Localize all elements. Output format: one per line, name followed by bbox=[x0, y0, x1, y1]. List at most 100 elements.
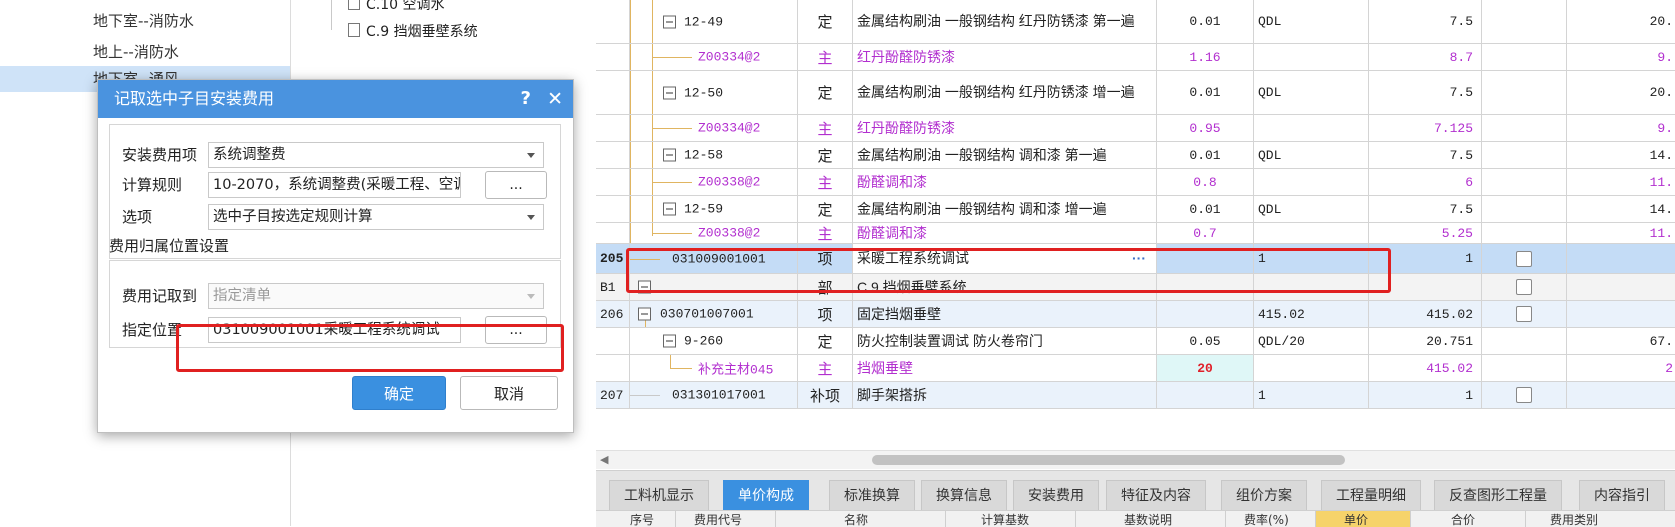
qty-cell[interactable]: 0.01 bbox=[1157, 196, 1254, 222]
name-cell[interactable]: 挡烟垂壁 bbox=[853, 355, 1157, 381]
collapse-icon[interactable] bbox=[638, 307, 651, 321]
cancel-button[interactable]: 取消 bbox=[460, 376, 558, 410]
table-row[interactable]: 12-59 定 金属结构刷油 一般钢结构 调和漆 增一遍 0.01 QDL 7.… bbox=[596, 196, 1675, 223]
close-icon[interactable]: ✕ bbox=[547, 80, 563, 118]
help-icon[interactable]: ? bbox=[521, 80, 531, 118]
name-cell[interactable]: 金属结构刷油 一般钢结构 红丹防锈漆 增一遍 bbox=[853, 71, 1157, 114]
name-cell[interactable]: 金属结构刷油 一般钢结构 调和漆 第一遍 bbox=[853, 142, 1157, 168]
collapse-icon[interactable] bbox=[663, 334, 676, 348]
price-cell: 6 bbox=[1369, 169, 1482, 195]
qty-cell[interactable]: 0.01 bbox=[1157, 142, 1254, 168]
qty-cell[interactable]: 0.8 bbox=[1157, 169, 1254, 195]
rule-field[interactable]: 10-2070，系统调整费(采暖工程、空调水 bbox=[208, 172, 461, 198]
location-field[interactable]: 031009001001采暖工程系统调试 bbox=[208, 317, 461, 343]
qty-cell[interactable]: 20 bbox=[1157, 355, 1254, 381]
table-row[interactable]: Z00334@2 主 红丹酚醛防锈漆 0.95 7.125 9. bbox=[596, 115, 1675, 142]
rule-label: 计算规则 bbox=[122, 176, 183, 194]
tab-conversion-info[interactable]: 换算信息 bbox=[921, 480, 1007, 510]
qty-cell[interactable]: 0.01 bbox=[1157, 0, 1254, 43]
tree-item-c10[interactable]: C.10 空调水 bbox=[348, 0, 445, 18]
table-row[interactable]: Z00338@2 主 酚醛调和漆 0.7 5.25 11. bbox=[596, 223, 1675, 244]
row-checkbox[interactable] bbox=[1516, 387, 1532, 403]
collapse-icon[interactable] bbox=[663, 202, 676, 216]
tree-line bbox=[670, 355, 671, 369]
name-cell[interactable]: 金属结构刷油 一般钢结构 调和漆 增一遍 bbox=[853, 196, 1157, 222]
qty-cell[interactable]: 0.7 bbox=[1157, 223, 1254, 243]
tab-install-fee[interactable]: 安装费用 bbox=[1013, 480, 1099, 510]
table-row[interactable]: 12-49 定 金属结构刷油 一般钢结构 红丹防锈漆 第一遍 0.01 QDL … bbox=[596, 0, 1675, 44]
tab-standard-conversion[interactable]: 标准换算 bbox=[829, 480, 915, 510]
table-row[interactable]: Z00334@2 主 红丹酚醛防锈漆 1.16 8.7 9. bbox=[596, 44, 1675, 71]
more-button[interactable]: ··· bbox=[1132, 251, 1146, 266]
table-row[interactable]: 206 030701007001 项 固定挡烟垂壁 415.02 415.02 bbox=[596, 301, 1675, 328]
row-checkbox[interactable] bbox=[1516, 306, 1532, 322]
collapse-icon[interactable] bbox=[663, 86, 676, 99]
qty-cell[interactable]: 1.16 bbox=[1157, 44, 1254, 70]
tree-line bbox=[652, 128, 692, 129]
table-row[interactable]: 12-50 定 金属结构刷油 一般钢结构 红丹防锈漆 增一遍 0.01 QDL … bbox=[596, 71, 1675, 115]
unit-cell: QDL bbox=[1254, 0, 1369, 43]
tree-item-basement-fire-water[interactable]: 地下室--消防水 bbox=[93, 8, 194, 34]
row-checkbox[interactable] bbox=[1516, 279, 1532, 295]
name-cell[interactable]: 采暖工程系统调试 ··· bbox=[853, 244, 1157, 273]
tree-item-ground-fire-water[interactable]: 地上--消防水 bbox=[93, 39, 179, 65]
name-cell[interactable]: 红丹酚醛防锈漆 bbox=[853, 44, 1157, 70]
name-cell[interactable]: 酚醛调和漆 bbox=[853, 169, 1157, 195]
table-row-division[interactable]: B1 部 C.9 挡烟垂壁系统 bbox=[596, 274, 1675, 301]
collapse-icon[interactable] bbox=[663, 148, 676, 162]
table-row[interactable]: Z00338@2 主 酚醛调和漆 0.8 6 11. bbox=[596, 169, 1675, 196]
qty-cell[interactable] bbox=[1157, 274, 1254, 300]
dialog-title-bar[interactable]: 记取选中子目安装费用 ? ✕ bbox=[98, 80, 573, 118]
install-fee-dialog: 记取选中子目安装费用 ? ✕ 安装费用项 系统调整费 计算规则 10-2070，… bbox=[97, 79, 574, 433]
tab-features-content[interactable]: 特征及内容 bbox=[1106, 480, 1206, 510]
table-row-selected[interactable]: 205 031009001001 项 采暖工程系统调试 ··· 1 1 bbox=[596, 244, 1675, 274]
total-cell: 14. bbox=[1649, 201, 1673, 217]
tree-connector bbox=[331, 0, 332, 30]
scroll-left-icon[interactable]: ◀ bbox=[600, 453, 608, 466]
check-cell bbox=[1482, 244, 1567, 273]
option-select[interactable]: 选中子目按选定规则计算 bbox=[208, 204, 544, 230]
check-cell bbox=[1482, 274, 1567, 300]
name-cell[interactable]: 酚醛调和漆 bbox=[853, 223, 1157, 243]
check-cell bbox=[1482, 382, 1567, 408]
code-cell: 12-59 bbox=[630, 196, 798, 222]
tree-item-c9[interactable]: C.9 挡烟垂壁系统 bbox=[348, 19, 478, 45]
location-browse-button[interactable]: ... bbox=[485, 316, 547, 344]
rule-browse-button[interactable]: ... bbox=[485, 171, 547, 199]
qty-cell[interactable]: 0.01 bbox=[1157, 71, 1254, 114]
table-row[interactable]: 12-58 定 金属结构刷油 一般钢结构 调和漆 第一遍 0.01 QDL 7.… bbox=[596, 142, 1675, 169]
name-cell[interactable]: 金属结构刷油 一般钢结构 红丹防锈漆 第一遍 bbox=[853, 0, 1157, 43]
table-row[interactable]: 9-260 定 防火控制装置调试 防火卷帘门 0.05 QDL/20 20.75… bbox=[596, 328, 1675, 355]
row-checkbox[interactable] bbox=[1516, 250, 1532, 267]
column-header: 费率(%) bbox=[1226, 511, 1316, 527]
horizontal-scrollbar[interactable]: ◀ bbox=[596, 450, 1675, 469]
table-row[interactable]: 207 031301017001 补项 脚手架搭拆 1 1 bbox=[596, 382, 1675, 409]
collapse-icon[interactable] bbox=[663, 15, 676, 28]
name-cell[interactable]: C.9 挡烟垂壁系统 bbox=[853, 274, 1157, 300]
collapse-icon[interactable] bbox=[638, 280, 651, 294]
name-cell[interactable]: 防火控制装置调试 防火卷帘门 bbox=[853, 328, 1157, 354]
ok-button[interactable]: 确定 bbox=[352, 376, 446, 410]
row-index bbox=[596, 328, 630, 354]
tab-unit-price-composition[interactable]: 单价构成 bbox=[723, 480, 809, 510]
fee-item-select[interactable]: 系统调整费 bbox=[208, 142, 544, 168]
qty-cell[interactable]: 0.95 bbox=[1157, 115, 1254, 141]
scroll-thumb[interactable] bbox=[872, 455, 1345, 465]
qty-cell[interactable] bbox=[1157, 244, 1254, 273]
qty-cell[interactable] bbox=[1157, 382, 1254, 408]
table-row[interactable]: 补充主材045 主 挡烟垂壁 20 415.02 2 bbox=[596, 355, 1675, 382]
name-cell[interactable]: 脚手架搭拆 bbox=[853, 382, 1157, 408]
tab-material-display[interactable]: 工料机显示 bbox=[609, 480, 709, 510]
unit-cell: QDL bbox=[1254, 71, 1369, 114]
name-cell[interactable]: 红丹酚醛防锈漆 bbox=[853, 115, 1157, 141]
unit-cell bbox=[1254, 274, 1369, 300]
qty-cell[interactable] bbox=[1157, 301, 1254, 327]
check-cell bbox=[1482, 142, 1567, 168]
name-cell[interactable]: 固定挡烟垂壁 bbox=[853, 301, 1157, 327]
tab-reverse-check[interactable]: 反查图形工程量 bbox=[1434, 480, 1562, 510]
tab-content-guide[interactable]: 内容指引 bbox=[1579, 480, 1665, 510]
tab-quantity-details[interactable]: 工程量明细 bbox=[1321, 480, 1421, 510]
qty-cell[interactable]: 0.05 bbox=[1157, 328, 1254, 354]
tab-pricing-scheme[interactable]: 组价方案 bbox=[1221, 480, 1307, 510]
column-header-active[interactable]: 单价 bbox=[1316, 511, 1411, 527]
